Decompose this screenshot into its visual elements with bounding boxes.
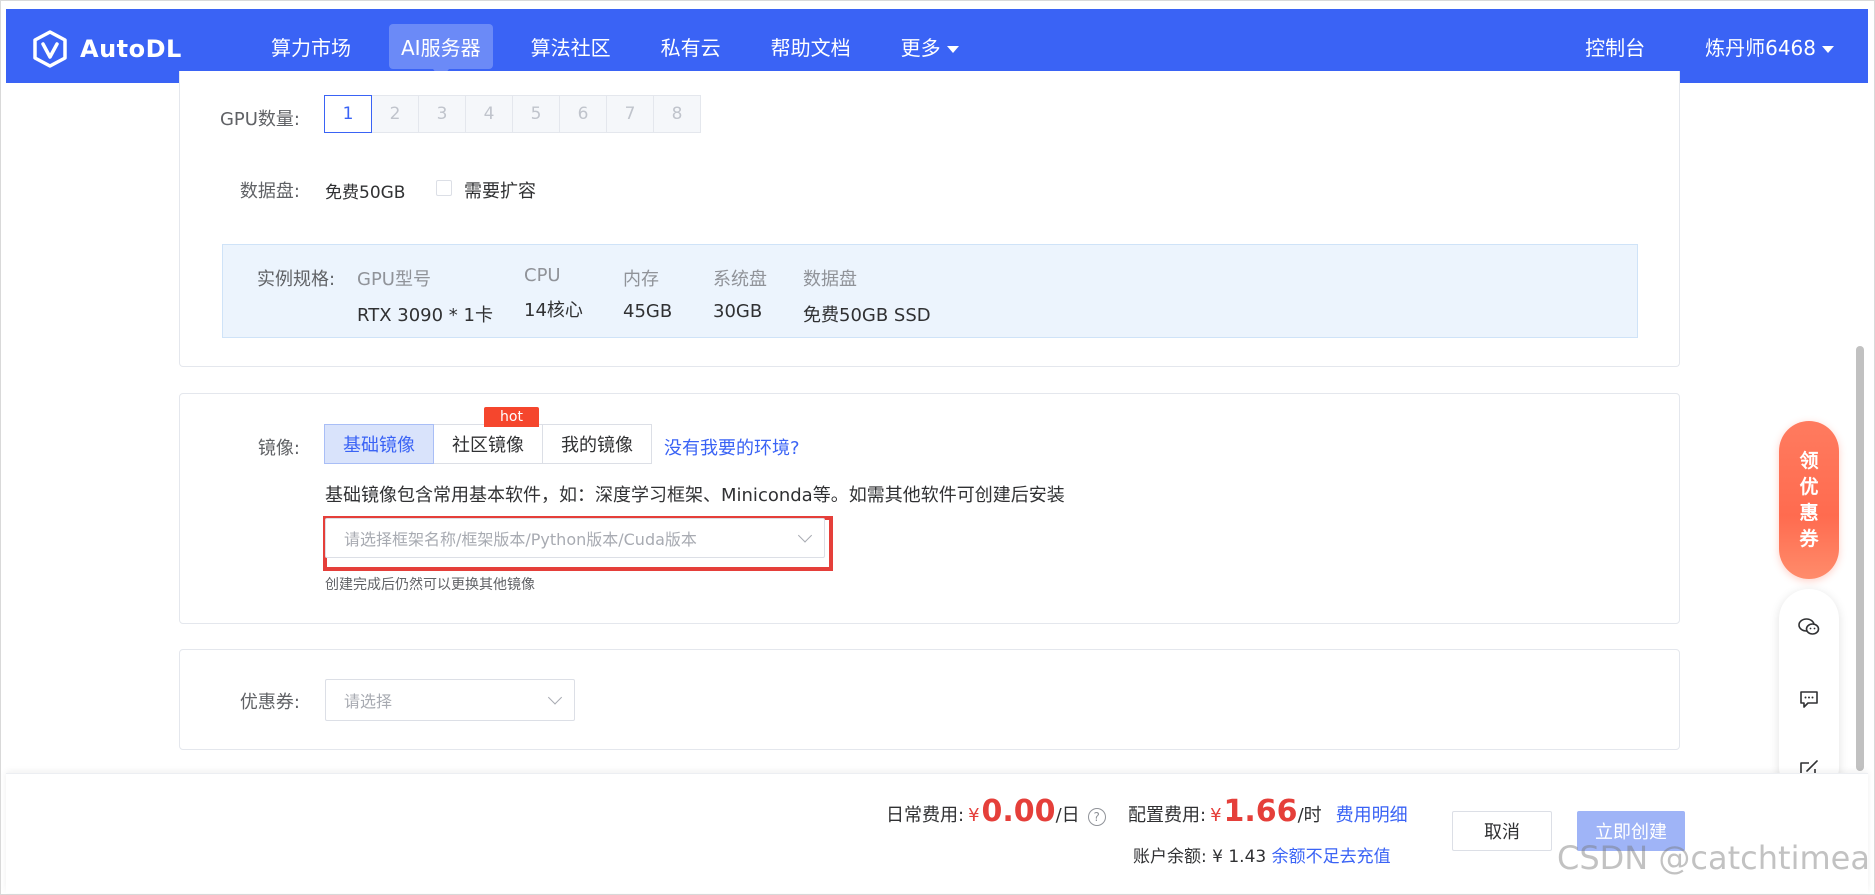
- spec-system-disk: 系统盘 30GB: [713, 265, 767, 322]
- scrollbar-thumb[interactable]: [1856, 346, 1864, 771]
- balance-value: ¥ 1.43: [1212, 847, 1267, 867]
- image-tabs: 基础镜像 社区镜像 我的镜像: [324, 424, 652, 464]
- coupon-char: 优: [1799, 476, 1819, 498]
- wechat-icon[interactable]: [1797, 615, 1821, 639]
- instance-spec-label: 实例规格:: [257, 269, 336, 290]
- config-fee-value: 1.66: [1223, 794, 1298, 829]
- gpu-count-selector: 1 2 3 4 5 6 7 8: [324, 95, 701, 133]
- coupon-label: 优惠券:: [239, 692, 300, 713]
- spec-memory: 内存 45GB: [623, 265, 672, 322]
- config-fee-label: 配置费用:: [1128, 805, 1207, 826]
- page-frame: AutoDL 算力市场 AI服务器 算法社区 私有云 帮助文档 更多 控制台 炼…: [0, 0, 1875, 895]
- spec-header: GPU型号: [357, 269, 431, 290]
- coupon-char: 惠: [1799, 502, 1819, 524]
- spec-header: CPU: [524, 265, 561, 286]
- spec-header: 数据盘: [803, 269, 857, 290]
- chevron-down-icon: [547, 690, 563, 705]
- watermark: CSDN @catchtimea: [1557, 839, 1870, 877]
- nav-item-community[interactable]: 算法社区: [531, 32, 611, 61]
- nav-more-label: 更多: [900, 35, 941, 60]
- spec-header: 内存: [623, 269, 659, 290]
- daily-fee: 日常费用: ¥ 0.00 /日 ?: [886, 794, 1106, 829]
- chevron-down-icon: [797, 528, 813, 543]
- no-env-link[interactable]: 没有我要的环境?: [664, 434, 800, 460]
- expand-disk-label[interactable]: 需要扩容: [464, 177, 536, 203]
- image-label: 镜像:: [257, 438, 300, 459]
- gpu-count-label: GPU数量:: [219, 109, 300, 130]
- coupon-char: 领: [1799, 450, 1819, 472]
- spec-value: 14核心: [524, 300, 583, 321]
- coupon-char: 券: [1799, 528, 1819, 550]
- user-menu[interactable]: 炼丹师6468: [1705, 32, 1834, 61]
- config-card: GPU数量: 1 2 3 4 5 6 7 8 数据盘: 免费50GB 需要扩容 …: [179, 71, 1680, 367]
- instance-spec-panel: 实例规格: GPU型号 RTX 3090 * 1卡 CPU 14核心 内存 45…: [222, 244, 1638, 338]
- expand-disk-checkbox[interactable]: [436, 180, 452, 196]
- balance-label: 账户余额:: [1133, 847, 1207, 867]
- daily-fee-unit: /日: [1055, 805, 1080, 826]
- fee-detail-link[interactable]: 费用明细: [1336, 801, 1408, 827]
- coupon-select[interactable]: 请选择: [325, 679, 575, 721]
- spec-data-disk: 数据盘 免费50GB SSD: [803, 265, 931, 327]
- chevron-down-icon: [1822, 45, 1834, 53]
- gpu-option-2[interactable]: 2: [371, 95, 419, 133]
- gpu-option-7[interactable]: 7: [606, 95, 654, 133]
- nav-item-more[interactable]: 更多: [901, 32, 959, 61]
- gpu-option-1[interactable]: 1: [324, 95, 372, 133]
- gpu-option-8[interactable]: 8: [653, 95, 701, 133]
- gpu-option-3[interactable]: 3: [418, 95, 466, 133]
- spec-value: 30GB: [713, 301, 763, 322]
- cancel-button[interactable]: 取消: [1452, 811, 1552, 851]
- gpu-option-4[interactable]: 4: [465, 95, 513, 133]
- coupon-select-placeholder: 请选择: [344, 692, 393, 711]
- nav-item-help-docs[interactable]: 帮助文档: [771, 32, 851, 61]
- floating-toolbar: [1779, 589, 1839, 797]
- tab-my-image[interactable]: 我的镜像: [542, 424, 652, 464]
- logo-text: AutoDL: [80, 35, 182, 63]
- recharge-link[interactable]: 余额不足去充值: [1272, 847, 1391, 867]
- daily-fee-label: 日常费用:: [886, 805, 965, 826]
- tab-community-image[interactable]: 社区镜像: [433, 424, 543, 464]
- chat-icon[interactable]: [1797, 687, 1821, 711]
- nav-item-ai-server[interactable]: AI服务器: [389, 23, 493, 79]
- data-disk-label: 数据盘:: [239, 181, 300, 202]
- data-disk-value: 免费50GB: [325, 183, 406, 203]
- image-card: 镜像: 基础镜像 社区镜像 我的镜像 hot 没有我要的环境? 基础镜像包含常用…: [179, 393, 1680, 624]
- username: 炼丹师6468: [1705, 35, 1816, 60]
- coupon-card: 优惠券: 请选择: [179, 649, 1680, 750]
- image-description: 基础镜像包含常用基本软件，如：深度学习框架、Miniconda等。如需其他软件可…: [325, 485, 1065, 506]
- daily-fee-currency: ¥: [968, 805, 980, 826]
- spec-cpu: CPU 14核心: [524, 265, 583, 322]
- chevron-down-icon: [946, 45, 959, 53]
- daily-fee-value: 0.00: [981, 794, 1056, 829]
- spec-gpu: GPU型号 RTX 3090 * 1卡: [357, 265, 493, 327]
- logo[interactable]: AutoDL: [30, 29, 182, 69]
- image-select[interactable]: 请选择框架名称/框架版本/Python版本/Cuda版本: [325, 518, 825, 558]
- image-select-placeholder: 请选择框架名称/框架版本/Python版本/Cuda版本: [344, 530, 697, 549]
- hot-badge: hot: [484, 407, 539, 427]
- spec-value: 45GB: [623, 301, 673, 322]
- config-fee-unit: /时: [1297, 805, 1322, 826]
- autodl-logo-icon: [33, 30, 67, 68]
- nav-item-private-cloud[interactable]: 私有云: [661, 32, 721, 61]
- spec-value: 免费50GB SSD: [803, 305, 931, 326]
- console-link[interactable]: 控制台: [1585, 32, 1645, 61]
- spec-value: RTX 3090 * 1卡: [357, 305, 493, 326]
- claim-coupon-button[interactable]: 领 优 惠 券: [1779, 421, 1839, 579]
- gpu-option-5[interactable]: 5: [512, 95, 560, 133]
- config-fee-currency: ¥: [1210, 805, 1222, 826]
- spec-header: 系统盘: [713, 269, 767, 290]
- config-fee: 配置费用: ¥ 1.66 /时 费用明细: [1128, 794, 1408, 829]
- help-icon[interactable]: ?: [1087, 808, 1106, 826]
- gpu-option-6[interactable]: 6: [559, 95, 607, 133]
- account-balance: 账户余额: ¥ 1.43 余额不足去充值: [1133, 842, 1391, 867]
- tab-base-image[interactable]: 基础镜像: [324, 424, 434, 464]
- image-hint: 创建完成后仍然可以更换其他镜像: [325, 577, 535, 593]
- nav-item-market[interactable]: 算力市场: [271, 32, 351, 61]
